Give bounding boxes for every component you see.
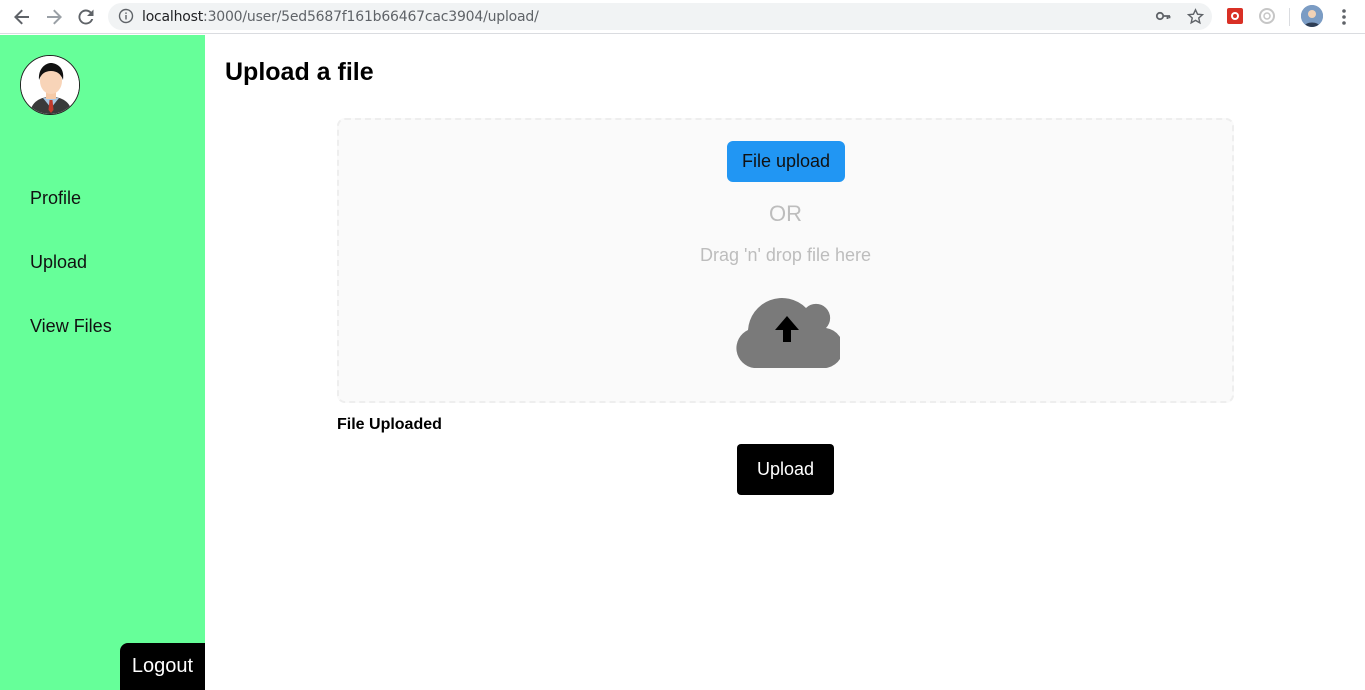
page-title: Upload a file <box>225 58 374 86</box>
reload-icon[interactable] <box>74 5 98 29</box>
url-path: :3000/user/5ed5687f161b66467cac3904/uplo… <box>203 9 539 25</box>
extension-icon-2[interactable] <box>1257 6 1277 26</box>
info-icon[interactable] <box>118 8 134 24</box>
toolbar-divider <box>1289 8 1290 26</box>
sidebar-item-profile[interactable]: Profile <box>30 188 81 209</box>
address-bar[interactable]: localhost:3000/user/5ed5687f161b66467cac… <box>108 3 1212 30</box>
star-icon[interactable] <box>1186 7 1204 25</box>
sidebar-item-upload[interactable]: Upload <box>30 252 87 273</box>
file-upload-button[interactable]: File upload <box>727 141 845 182</box>
url-text: localhost:3000/user/5ed5687f161b66467cac… <box>142 9 539 25</box>
dropzone[interactable]: File upload OR Drag 'n' drop file here <box>337 118 1234 403</box>
menu-icon[interactable] <box>1336 7 1352 27</box>
key-icon[interactable] <box>1154 7 1172 25</box>
browser-toolbar: localhost:3000/user/5ed5687f161b66467cac… <box>0 0 1365 34</box>
sidebar-item-view-files[interactable]: View Files <box>30 316 112 337</box>
url-host: localhost <box>142 9 204 25</box>
or-text: OR <box>769 201 802 226</box>
upload-status-text: File Uploaded <box>337 416 442 433</box>
forward-icon[interactable] <box>42 5 66 29</box>
back-icon[interactable] <box>10 5 34 29</box>
logout-button[interactable]: Logout <box>120 643 205 690</box>
avatar[interactable] <box>20 55 80 115</box>
profile-avatar[interactable] <box>1301 5 1323 27</box>
cloud-upload-icon <box>734 290 844 369</box>
extension-icon[interactable] <box>1225 6 1245 26</box>
upload-button[interactable]: Upload <box>737 444 834 495</box>
sidebar: Profile Upload View Files Logout <box>0 35 205 690</box>
drag-drop-text: Drag 'n' drop file here <box>700 245 871 265</box>
